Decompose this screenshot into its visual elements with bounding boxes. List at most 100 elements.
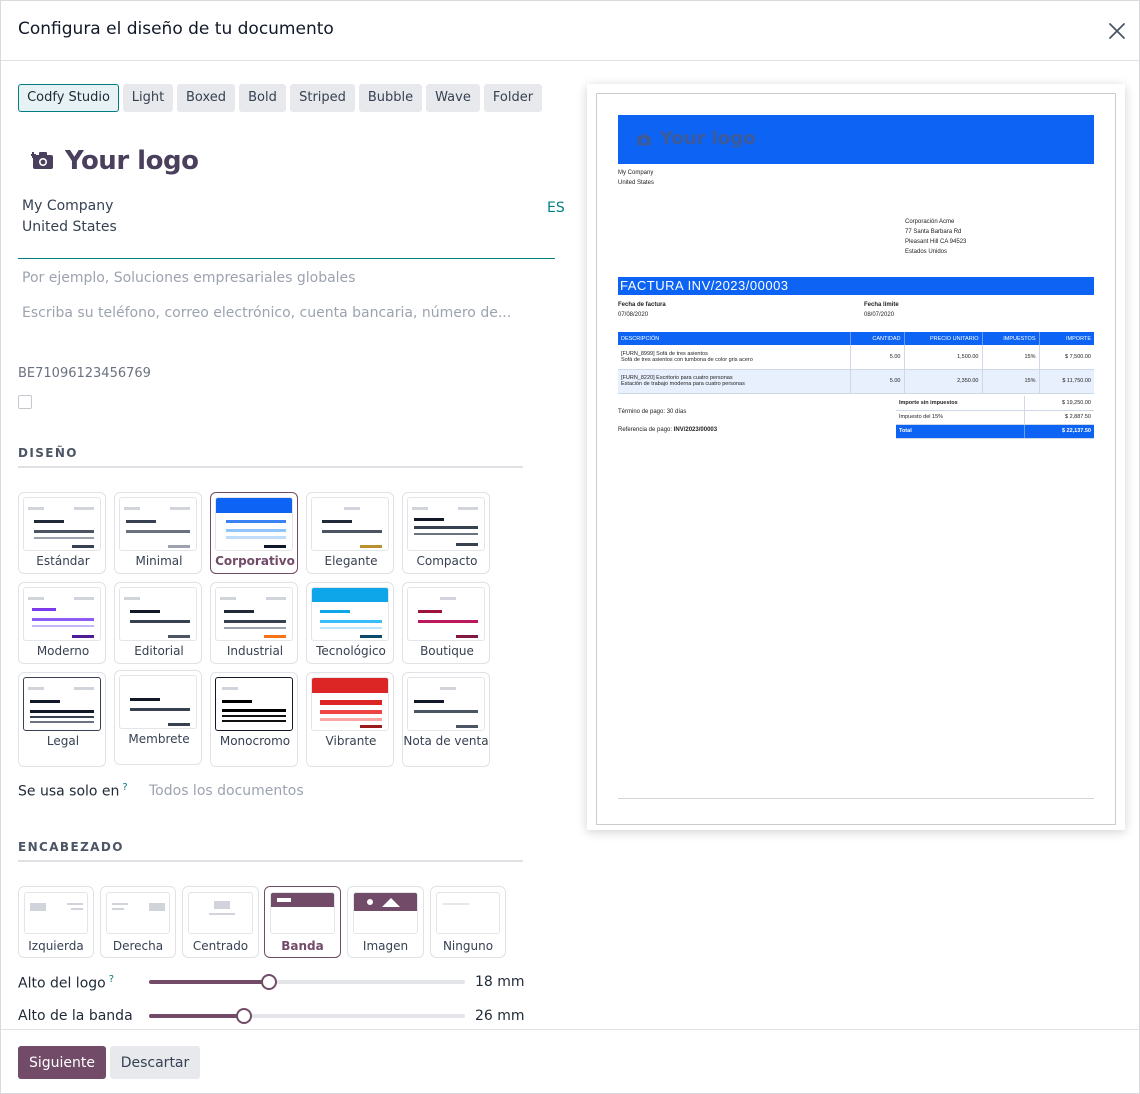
company-country[interactable]: United States [22, 219, 117, 235]
template-thumbnail [215, 497, 293, 551]
slider-handle[interactable] [261, 974, 277, 990]
help-icon[interactable]: ? [122, 782, 127, 793]
template-card-estandar[interactable]: Estándar [18, 492, 106, 574]
header-option-banda[interactable]: Banda [264, 886, 341, 958]
template-card-corporativo[interactable]: Corporativo [210, 492, 298, 574]
preview-page: Your logo My Company United States Corpo… [596, 93, 1116, 825]
template-card-legal[interactable]: Legal [18, 672, 106, 767]
template-card-monocromo[interactable]: Monocromo [210, 672, 298, 767]
company-name[interactable]: My Company [22, 198, 113, 214]
template-label: Corporativo [215, 554, 295, 568]
template-card-elegante[interactable]: Elegante [306, 492, 394, 574]
template-card-vibrante[interactable]: Vibrante [306, 672, 394, 767]
document-preview: Your logo My Company United States Corpo… [587, 84, 1125, 830]
totals-row: Importe sin impuestos $ 19,250.00 [896, 396, 1094, 411]
image-icon [367, 898, 400, 907]
used-in-select[interactable]: Todos los documentos [149, 783, 304, 799]
template-thumbnail [215, 677, 293, 731]
template-card-editorial[interactable]: Editorial [114, 582, 202, 664]
template-card-compacto[interactable]: Compacto [402, 492, 490, 574]
preview-company-country: United States [618, 180, 655, 186]
preview-company-name: My Company [618, 170, 654, 176]
header-thumbnail [353, 892, 418, 934]
next-button[interactable]: Siguiente [18, 1046, 106, 1079]
header-option-ninguno[interactable]: Ninguno [430, 886, 506, 958]
style-tab-wave[interactable]: Wave [426, 84, 480, 112]
header-option-centrado[interactable]: Centrado [182, 886, 259, 958]
header-thumbnail [188, 892, 253, 934]
band-height-slider[interactable] [149, 1008, 465, 1024]
table-row: [FURN_8220] Escritorio para cuatro perso… [618, 369, 1094, 394]
line-description: [FURN_8220] Escritorio para cuatro perso… [618, 369, 851, 394]
template-thumbnail [407, 497, 485, 551]
option-checkbox[interactable] [18, 395, 32, 409]
close-button[interactable] [1101, 15, 1133, 47]
template-card-industrial[interactable]: Industrial [210, 582, 298, 664]
style-tab-codfy-studio[interactable]: Codfy Studio [18, 84, 119, 112]
template-card-tecnologico[interactable]: Tecnológico [306, 582, 394, 664]
camera-icon [637, 134, 651, 146]
total-label: Total [896, 424, 1025, 439]
preview-invoice-date: 07/08/2020 [618, 312, 649, 318]
template-label: Moderno [36, 644, 90, 658]
preview-header-band: Your logo [618, 115, 1094, 164]
close-icon [1109, 23, 1125, 39]
style-tab-light[interactable]: Light [123, 84, 173, 112]
design-section-title: DISEÑO [18, 446, 78, 460]
band-height-label: Alto de la banda [18, 1008, 133, 1024]
tax-value: $ 2,887.50 [1023, 410, 1094, 425]
style-tab-bold[interactable]: Bold [239, 84, 286, 112]
style-tab-bubble[interactable]: Bubble [359, 84, 422, 112]
style-tab-striped[interactable]: Striped [290, 84, 355, 112]
template-card-moderno[interactable]: Moderno [18, 582, 106, 664]
template-label: Editorial [134, 644, 184, 658]
camera-icon [31, 152, 53, 169]
template-label: Monocromo [219, 734, 291, 748]
header-option-izquierda[interactable]: Izquierda [18, 886, 94, 958]
preview-customer-line: Estados Unidos [905, 249, 948, 255]
preview-footer-rule [618, 798, 1094, 799]
company-logo-upload[interactable]: Your logo [21, 138, 211, 188]
template-thumbnail [407, 677, 485, 731]
template-thumbnail [23, 497, 101, 551]
layout-config-dialog: Configura el diseño de tu documento Codf… [0, 0, 1140, 1094]
column-header: DESCRIPCIÓN [618, 332, 851, 345]
logo-height-slider[interactable] [149, 974, 465, 990]
header-option-label: Imagen [362, 939, 409, 953]
template-card-boutique[interactable]: Boutique [402, 582, 490, 664]
template-thumbnail [311, 497, 389, 551]
template-card-membrete[interactable]: Membrete [114, 670, 202, 765]
template-thumbnail [23, 677, 101, 731]
template-card-minimal[interactable]: Minimal [114, 492, 202, 574]
template-thumbnail [119, 497, 197, 551]
discard-button[interactable]: Descartar [110, 1046, 200, 1079]
line-price: 2,350.00 [904, 369, 983, 394]
template-thumbnail [23, 587, 101, 641]
line-amount: $ 11,750.00 [1039, 369, 1094, 394]
column-header: PRECIO UNITARIO [904, 332, 983, 345]
template-thumbnail [311, 677, 389, 731]
tagline-input[interactable]: Por ejemplo, Soluciones empresariales gl… [22, 270, 355, 286]
template-label: Estándar [36, 554, 90, 568]
style-tab-boxed[interactable]: Boxed [177, 84, 235, 112]
template-label: Membrete [128, 732, 190, 746]
company-details-input[interactable]: Escriba su teléfono, correo electrónico,… [22, 305, 511, 321]
slider-fill [149, 1014, 244, 1018]
slider-handle[interactable] [236, 1008, 252, 1024]
preview-due-date-label: Fecha límite [864, 302, 899, 308]
line-description: [FURN_8999] Sofá de tres asientos Sofá de… [618, 345, 851, 370]
preview-customer-line: 77 Santa Barbara Rd [905, 229, 962, 235]
preview-due-date: 08/07/2020 [864, 312, 895, 318]
column-header: IMPUESTOS [982, 332, 1040, 345]
template-card-nota-de-venta[interactable]: Nota de venta [402, 672, 490, 767]
header-option-derecha[interactable]: Derecha [100, 886, 176, 958]
dialog-footer: Siguiente Descartar [1, 1029, 1139, 1093]
untaxed-value: $ 19,250.00 [1023, 396, 1094, 411]
language-toggle[interactable]: ES [547, 200, 565, 216]
vat-number[interactable]: BE71096123456769 [18, 366, 151, 381]
help-icon[interactable]: ? [109, 974, 114, 985]
style-tab-folder[interactable]: Folder [484, 84, 542, 112]
header-thumbnail [270, 892, 335, 934]
header-option-imagen[interactable]: Imagen [347, 886, 424, 958]
preview-invoice-title: FACTURA INV/2023/00003 [620, 278, 789, 293]
